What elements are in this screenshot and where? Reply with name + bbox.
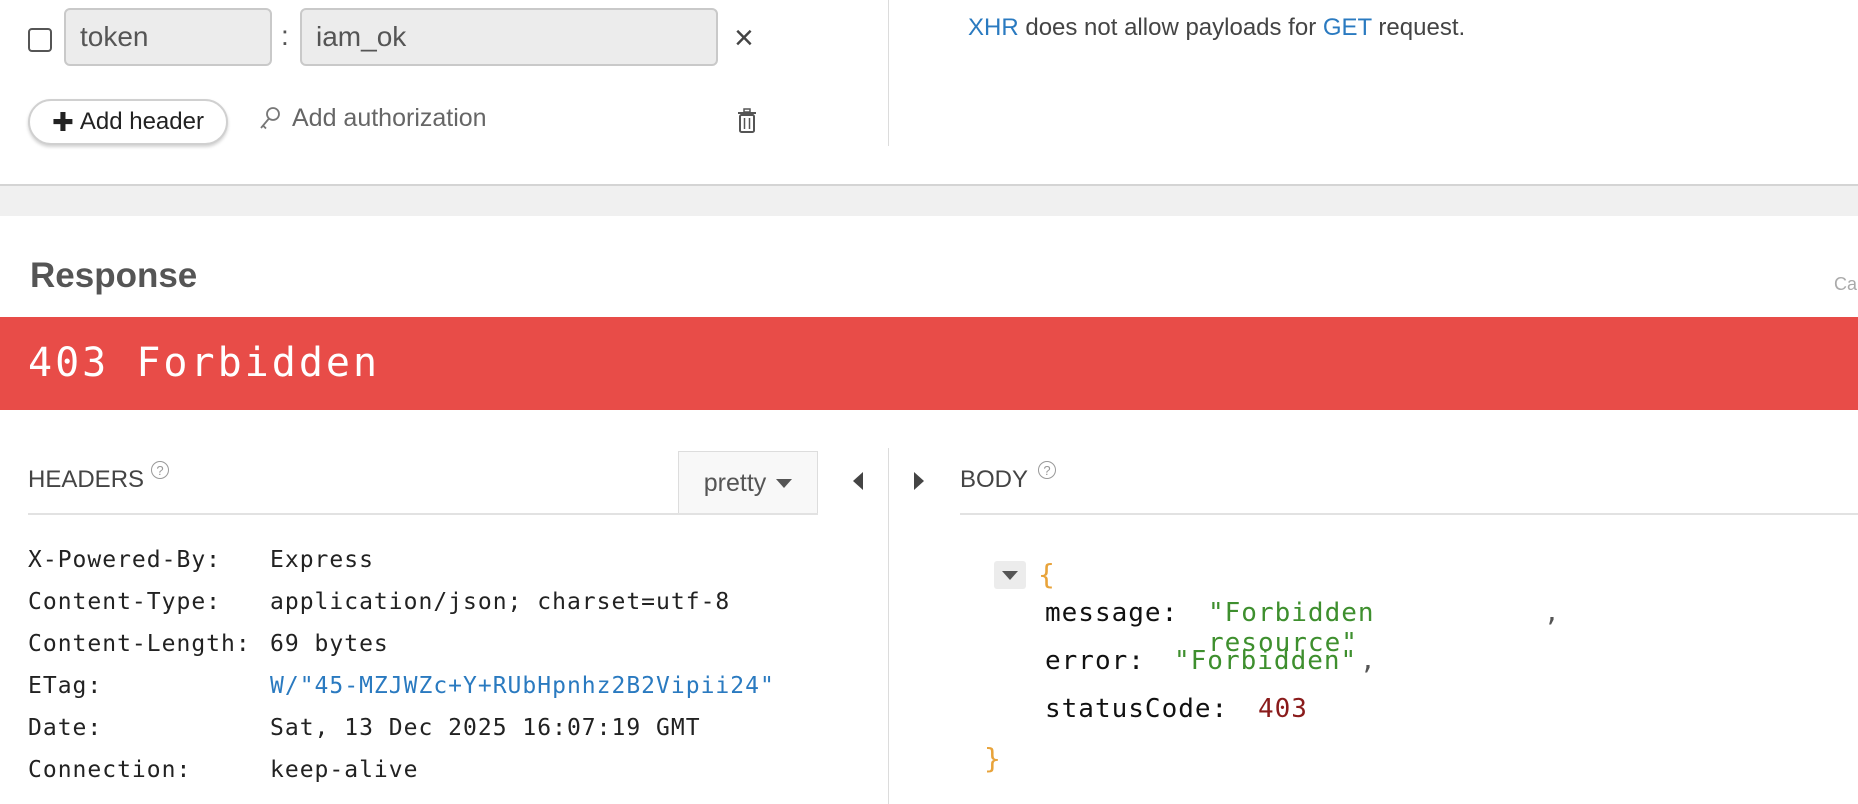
- json-comma: ,: [1360, 646, 1377, 676]
- header-value: application/json; charset=utf-8: [270, 589, 731, 615]
- headers-help-icon[interactable]: ?: [151, 461, 169, 479]
- caret-down-icon: [776, 478, 793, 488]
- header-value-input[interactable]: iam_ok: [300, 8, 718, 66]
- response-title: Response: [30, 256, 198, 295]
- panel-divider: [888, 0, 889, 146]
- headers-underline: [28, 513, 818, 515]
- add-header-button[interactable]: ✚ Add header: [28, 99, 228, 145]
- body-underline: [960, 513, 1858, 515]
- xhr-link[interactable]: XHR: [968, 14, 1019, 41]
- get-link[interactable]: GET: [1323, 14, 1372, 41]
- trash-icon[interactable]: [736, 108, 758, 134]
- caret-down-icon: [1002, 571, 1018, 580]
- add-header-label: Add header: [79, 108, 204, 135]
- json-string-value: "Forbidden": [1174, 646, 1358, 676]
- etag-link[interactable]: W/"45-MZJWZc+Y+RUbHpnhz2B2Vipii24": [270, 673, 775, 699]
- json-key: error:: [1045, 646, 1145, 676]
- status-text: 403 Forbidden: [28, 340, 381, 386]
- json-comma: ,: [1544, 598, 1561, 628]
- json-key: statusCode:: [1045, 694, 1229, 724]
- payload-notice-text-end: request.: [1371, 14, 1466, 41]
- payload-notice: XHR does not allow payloads for GET requ…: [968, 14, 1465, 42]
- remove-header-close-icon[interactable]: ×: [734, 18, 754, 58]
- json-close-brace: }: [984, 742, 1002, 775]
- section-separator: [0, 184, 1858, 216]
- header-value: keep-alive: [270, 757, 419, 783]
- header-key: Connection:: [28, 757, 192, 783]
- json-open-brace: {: [1038, 558, 1056, 591]
- truncated-link[interactable]: Ca: [1834, 274, 1857, 295]
- json-number-value: 403: [1258, 694, 1308, 724]
- header-key: X-Powered-By:: [28, 547, 222, 573]
- format-select-value: pretty: [703, 468, 767, 497]
- json-key: message:: [1045, 598, 1179, 628]
- format-select[interactable]: pretty: [678, 451, 818, 514]
- response-panel-divider: [888, 448, 889, 804]
- header-key: Date:: [28, 715, 103, 741]
- header-key: Content-Type:: [28, 589, 222, 615]
- header-key: ETag:: [28, 673, 103, 699]
- header-enabled-checkbox[interactable]: [28, 28, 52, 52]
- header-key: Content-Length:: [28, 631, 251, 657]
- caret-left-icon[interactable]: [853, 472, 863, 490]
- key-icon: [260, 106, 280, 129]
- add-authorization-button[interactable]: Add authorization: [258, 104, 487, 133]
- header-separator: :: [281, 20, 289, 51]
- add-authorization-label: Add authorization: [292, 104, 487, 132]
- payload-notice-text: does not allow payloads for: [1018, 14, 1323, 41]
- headers-section-label: HEADERS: [28, 466, 145, 493]
- header-value: Sat, 13 Dec 2025 16:07:19 GMT: [270, 715, 701, 741]
- header-key-input[interactable]: token: [64, 8, 272, 66]
- header-value: Express: [270, 547, 374, 573]
- header-value: 69 bytes: [270, 631, 389, 657]
- body-section-label: BODY: [960, 466, 1029, 493]
- plus-icon: ✚: [52, 106, 74, 137]
- collapse-toggle[interactable]: [994, 561, 1026, 589]
- caret-right-icon[interactable]: [914, 472, 924, 490]
- body-help-icon[interactable]: ?: [1038, 461, 1056, 479]
